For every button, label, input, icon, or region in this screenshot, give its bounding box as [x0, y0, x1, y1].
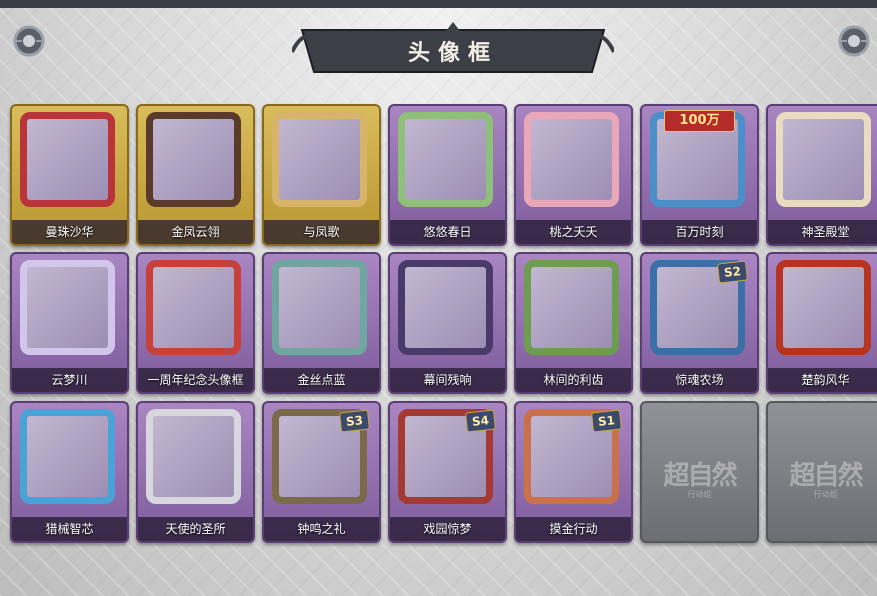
frame-name: 惊魂农场	[675, 373, 724, 387]
rose-icon	[398, 260, 493, 355]
peach-blossom-icon	[524, 112, 619, 207]
frame-name: 云梦川	[51, 373, 88, 387]
frame-name: 天使的圣所	[165, 522, 226, 536]
frame-name: 金丝点蓝	[297, 373, 346, 387]
avatar-frame-card[interactable]: 100万百万时刻	[640, 104, 759, 246]
page-title: 头像框	[407, 41, 498, 66]
avatar-frame-card[interactable]: 金凤云翎	[136, 104, 255, 246]
frame-name: 林间的利齿	[543, 373, 604, 387]
back-icon[interactable]	[10, 22, 48, 60]
avatar-frame-card[interactable]: S2 惊魂农场	[640, 252, 759, 394]
avatar-frame-card[interactable]: 猎械智芯	[10, 401, 129, 543]
avatar-frame-card[interactable]: 桃之夭夭	[514, 104, 633, 246]
avatar-frame-card[interactable]: 与凤歌	[262, 104, 381, 246]
top-strip	[0, 0, 877, 8]
frame-name: 钟鸣之礼	[297, 522, 346, 536]
frame-name: 神圣殿堂	[801, 225, 850, 239]
locked-logo-icon: 超自然	[789, 461, 863, 491]
avatar-frame-card[interactable]: 林间的利齿	[514, 252, 633, 394]
locked-frame-slot[interactable]: 超自然 行动组	[766, 401, 877, 543]
season-badge: S4	[465, 409, 496, 433]
settings-icon[interactable]	[835, 22, 873, 60]
avatar-frame-card[interactable]: S1 摸金行动	[514, 401, 633, 543]
frame-grid: 曼珠沙华 金凤云翎 与凤歌 悠悠春日 桃之夭夭 100万 百万时刻 神圣殿堂 云梦川 一周年纪念头…	[10, 104, 877, 544]
title-banner: 头像框	[292, 22, 614, 80]
avatar-frame-card[interactable]: 天使的圣所	[136, 401, 255, 543]
avatar-frame-card[interactable]: 悠悠春日	[388, 104, 507, 246]
phoenix-icon	[272, 112, 367, 207]
milestone-badge: 100万	[664, 110, 735, 132]
frame-name: 一周年纪念头像框	[147, 373, 244, 387]
frame-name: 曼珠沙华	[45, 225, 94, 239]
avatar-frame-card[interactable]: S4 戏园惊梦	[388, 401, 507, 543]
frame-name: 金凤云翎	[171, 225, 220, 239]
avatar-frame-card[interactable]: 金丝点蓝	[262, 252, 381, 394]
season-badge: S1	[591, 409, 622, 433]
heart-crest-icon	[776, 112, 871, 207]
frame-name: 悠悠春日	[423, 225, 472, 239]
phoenix-feather-icon	[146, 112, 241, 207]
frame-name: 与凤歌	[303, 225, 340, 239]
avatar-frame-card[interactable]: 神圣殿堂	[766, 104, 877, 246]
frame-name: 楚韵风华	[801, 373, 850, 387]
season-badge: S2	[717, 260, 748, 284]
circuit-icon	[20, 409, 115, 504]
avatar-frame-card[interactable]: 楚韵风华	[766, 252, 877, 394]
frame-name: 戏园惊梦	[423, 522, 472, 536]
spider-lily-icon	[20, 112, 115, 207]
frame-name: 百万时刻	[675, 225, 724, 239]
wolf-icon	[524, 260, 619, 355]
frame-name: 桃之夭夭	[549, 225, 598, 239]
flame-icon	[776, 260, 871, 355]
locked-logo-icon: 超自然	[663, 461, 737, 491]
angel-wing-icon	[146, 409, 241, 504]
season-badge: S3	[339, 409, 370, 433]
frame-name: 摸金行动	[549, 522, 598, 536]
avatar-frame-card[interactable]: 曼珠沙华	[10, 104, 129, 246]
avatar-frame-card[interactable]: S3 钟鸣之礼	[262, 401, 381, 543]
cloud-icon	[20, 260, 115, 355]
frame-name: 幕间残响	[423, 373, 472, 387]
locked-logo-subtitle: 行动组	[813, 490, 838, 499]
anniversary-cake-icon	[146, 260, 241, 355]
flower-icon	[398, 112, 493, 207]
avatar-frame-card[interactable]: 一周年纪念头像框	[136, 252, 255, 394]
locked-frame-slot[interactable]: 超自然 行动组	[640, 401, 759, 543]
frame-name: 猎械智芯	[45, 522, 94, 536]
locked-logo-subtitle: 行动组	[687, 490, 712, 499]
avatar-frame-card[interactable]: 云梦川	[10, 252, 129, 394]
tulip-icon	[272, 260, 367, 355]
avatar-frame-card[interactable]: 幕间残响	[388, 252, 507, 394]
